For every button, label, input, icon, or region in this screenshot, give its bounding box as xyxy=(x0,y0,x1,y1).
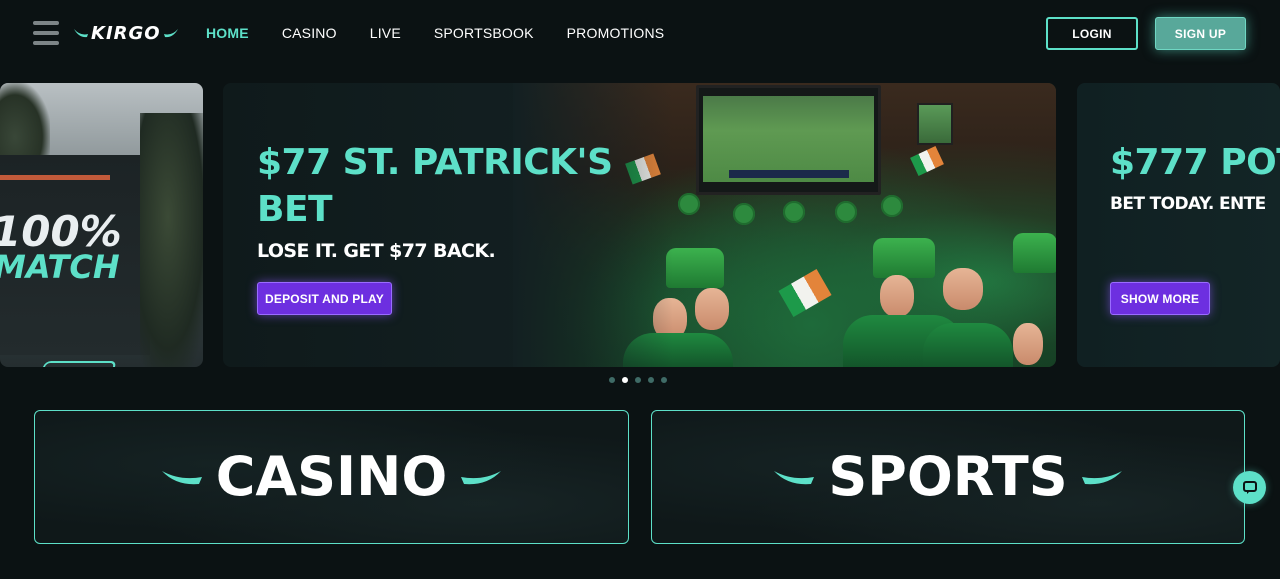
shamrock-decoration xyxy=(783,201,805,223)
slide-image-stripe xyxy=(0,175,110,180)
nav-sportsbook[interactable]: SPORTSBOOK xyxy=(434,24,534,42)
fan-jersey-image xyxy=(923,323,1013,367)
shamrock-decoration xyxy=(733,203,755,225)
carousel-dot[interactable] xyxy=(648,377,654,383)
left-wing-icon xyxy=(774,471,815,485)
casino-card-content: CASINO xyxy=(161,445,502,508)
nav-live[interactable]: LIVE xyxy=(370,24,401,42)
slide-subline: LOSE IT. GET $77 BACK. xyxy=(257,240,496,262)
carousel-dot[interactable] xyxy=(635,377,641,383)
logo-left-wing-icon xyxy=(74,29,88,38)
logo-right-wing-icon xyxy=(163,29,178,38)
promo-slide-prev[interactable]: 100% MATCH xyxy=(0,83,203,367)
shamrock-decoration xyxy=(881,195,903,217)
nav-casino[interactable]: CASINO xyxy=(282,24,337,42)
sports-category-card[interactable]: SPORTS xyxy=(651,410,1245,544)
right-wing-icon xyxy=(1081,471,1122,485)
promo-slide-next[interactable]: $777 POT BET TODAY. ENTE SHOW MORE xyxy=(1077,83,1280,367)
kirgo-logo[interactable]: KIRGO xyxy=(74,20,178,46)
carousel-dot-active[interactable] xyxy=(622,377,628,383)
slide-prev-swoosh xyxy=(34,361,118,367)
show-more-button[interactable]: SHOW MORE xyxy=(1110,282,1210,315)
site-header: KIRGO HOME CASINO LIVE SPORTSBOOK PROMOT… xyxy=(0,0,1280,66)
fan-face-image xyxy=(880,275,914,317)
slide-next-headline: $777 POT xyxy=(1110,142,1280,183)
carousel-dot[interactable] xyxy=(661,377,667,383)
logo-text: KIRGO xyxy=(91,22,161,44)
nav-home[interactable]: HOME xyxy=(206,24,249,42)
left-wing-icon xyxy=(161,471,202,485)
hamburger-icon[interactable] xyxy=(33,21,59,45)
main-nav: HOME CASINO LIVE SPORTSBOOK PROMOTIONS xyxy=(206,24,664,42)
green-hat-image xyxy=(1013,233,1056,273)
casino-category-card[interactable]: CASINO xyxy=(34,410,629,544)
nav-promotions[interactable]: PROMOTIONS xyxy=(567,24,665,42)
carousel-pagination xyxy=(609,377,667,383)
carousel-dot[interactable] xyxy=(609,377,615,383)
slide-headline: $77 ST. PATRICK'S BET xyxy=(257,142,613,230)
right-wing-icon xyxy=(461,471,502,485)
promo-slide-active[interactable]: $77 ST. PATRICK'S BET LOSE IT. GET $77 B… xyxy=(223,83,1056,367)
slide-image-foliage xyxy=(140,113,203,367)
slide-prev-headline-1: 100% xyxy=(0,207,122,256)
sports-card-title: SPORTS xyxy=(828,445,1068,508)
signup-button[interactable]: SIGN UP xyxy=(1155,17,1246,50)
slide-next-subline: BET TODAY. ENTE xyxy=(1110,194,1266,214)
small-tv-image xyxy=(917,103,953,145)
chat-bubble-icon[interactable] xyxy=(1233,471,1266,504)
fan-face-image xyxy=(695,288,729,330)
login-button[interactable]: LOGIN xyxy=(1046,17,1138,50)
fan-face-image xyxy=(1013,323,1043,365)
green-hat-image xyxy=(666,248,724,288)
sports-card-content: SPORTS xyxy=(774,445,1122,508)
green-hat-image xyxy=(873,238,935,278)
fan-face-image xyxy=(943,268,983,310)
slide-prev-headline-2: MATCH xyxy=(0,248,120,286)
chat-glyph-icon xyxy=(1242,480,1257,494)
shamrock-decoration xyxy=(835,201,857,223)
tv-screen-image xyxy=(696,85,881,195)
casino-card-title: CASINO xyxy=(215,445,448,508)
deposit-and-play-button[interactable]: DEPOSIT AND PLAY xyxy=(257,282,392,315)
shamrock-decoration xyxy=(678,193,700,215)
